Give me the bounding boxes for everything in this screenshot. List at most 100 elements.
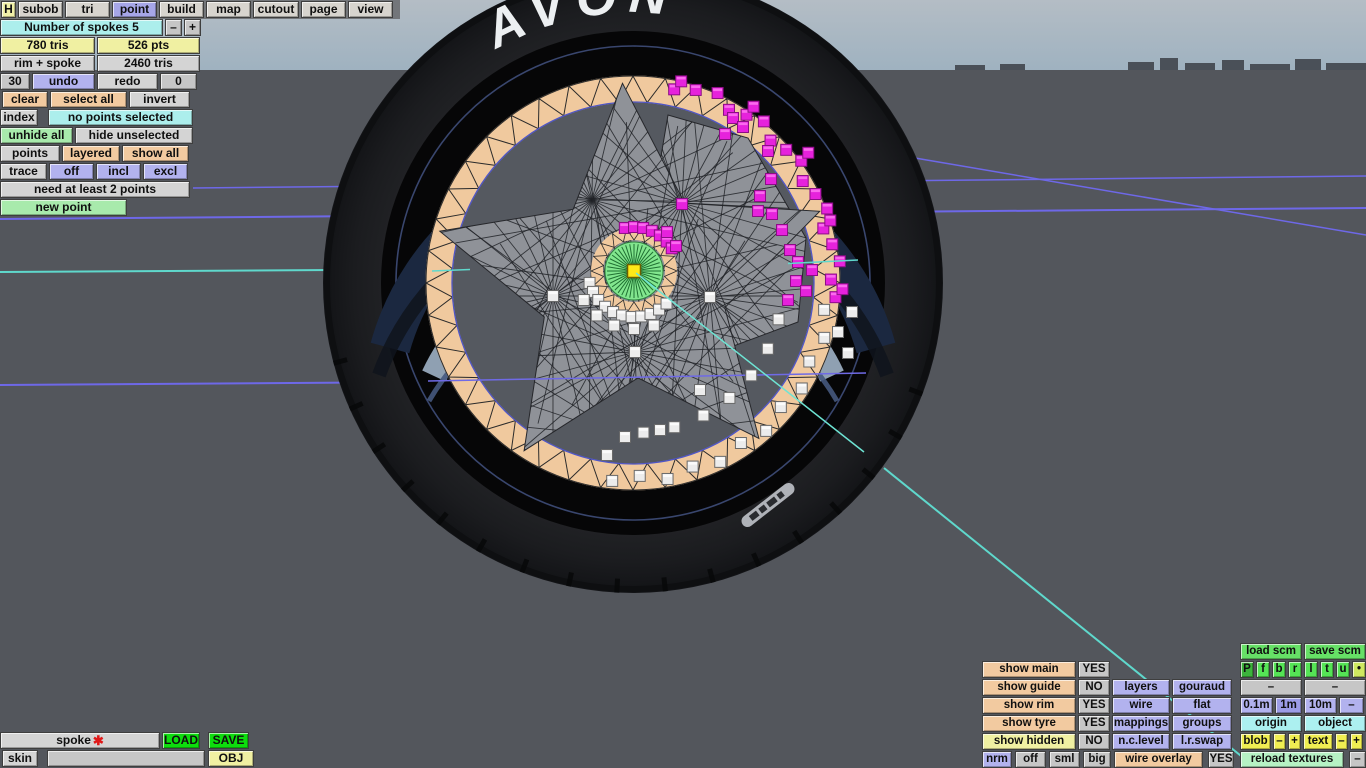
wire-overlay-value[interactable]: YES [1208,751,1234,768]
layered-button[interactable]: layered [62,145,120,162]
load-button[interactable]: LOAD [162,732,200,749]
nrm-sml-button[interactable]: sml [1049,751,1080,768]
pts-count: 526 pts [97,37,200,54]
trace-incl-button[interactable]: incl [96,163,141,180]
channel-dot-button[interactable]: • [1352,661,1366,678]
gouraud-button[interactable]: gouraud [1172,679,1232,696]
menu-item-h[interactable]: H [1,1,16,18]
new-point-button[interactable]: new point [0,199,127,216]
scm-dash2-button[interactable]: – [1304,679,1366,696]
channel-u-button[interactable]: u [1336,661,1350,678]
trace-button[interactable]: trace [0,163,47,180]
show-main-value[interactable]: YES [1078,661,1110,678]
channel-l-button[interactable]: l [1304,661,1318,678]
text-minus-button[interactable]: – [1335,733,1348,750]
hint-row: need at least 2 points [0,181,190,198]
wire-button[interactable]: wire [1112,697,1170,714]
new-point-row: new point [0,199,127,216]
scm-dash1-button[interactable]: – [1240,679,1302,696]
spokes-count-display: Number of spokes 5 [0,19,163,36]
scale-01m-button[interactable]: 0.1m [1240,697,1273,714]
channel-t-button[interactable]: t [1320,661,1334,678]
undo-steps-count: 30 [0,73,30,90]
hint-message: need at least 2 points [0,181,190,198]
flat-button[interactable]: flat [1172,697,1232,714]
show-guide-toggle[interactable]: show guide [982,679,1076,696]
show-hidden-toggle[interactable]: show hidden [982,733,1076,750]
index-button[interactable]: index [0,109,38,126]
rim-spoke-row: rim + spoke 2460 tris [0,55,200,72]
menu-item-build[interactable]: build [159,1,204,18]
clear-button[interactable]: clear [2,91,48,108]
show-tyre-toggle[interactable]: show tyre [982,715,1076,732]
viewport-3d[interactable]: AVON [0,0,1366,768]
reload-textures-button[interactable]: reload textures [1240,751,1344,768]
show-guide-value[interactable]: NO [1078,679,1110,696]
undo-button[interactable]: undo [32,73,95,90]
save-scm-button[interactable]: save scm [1304,643,1366,660]
show-all-button[interactable]: show all [122,145,189,162]
object-name-field[interactable]: spoke ✱ [0,732,160,749]
show-hidden-value[interactable]: NO [1078,733,1110,750]
scale-1m-button[interactable]: 1m [1275,697,1302,714]
redo-steps-count: 0 [160,73,197,90]
menu-item-page[interactable]: page [301,1,346,18]
trace-off-button[interactable]: off [49,163,94,180]
nrm-button[interactable]: nrm [982,751,1012,768]
blob-button[interactable]: blob [1240,733,1271,750]
nrm-off-button[interactable]: off [1015,751,1046,768]
wire-overlay-toggle[interactable]: wire overlay [1114,751,1203,768]
menu-item-subob[interactable]: subob [18,1,63,18]
selection-status: no points selected [48,109,193,126]
unhide-all-button[interactable]: unhide all [0,127,73,144]
channel-p-button[interactable]: P [1240,661,1254,678]
nc-level-button[interactable]: n.c.level [1112,733,1170,750]
text-plus-button[interactable]: + [1350,733,1363,750]
undo-redo-row: 30 undo redo 0 [0,73,197,90]
show-tyre-value[interactable]: YES [1078,715,1110,732]
object-name: spoke [56,733,91,747]
trace-excl-button[interactable]: excl [143,163,188,180]
layers-button[interactable]: layers [1112,679,1170,696]
wheel-editor-app: AVON H subob tri point build map cutout … [0,0,1366,768]
scale-10m-button[interactable]: 10m [1304,697,1337,714]
hide-unselected-button[interactable]: hide unselected [75,127,193,144]
rim-spoke-button[interactable]: rim + spoke [0,55,95,72]
invert-button[interactable]: invert [129,91,190,108]
channel-r-button[interactable]: r [1288,661,1302,678]
channel-b-button[interactable]: b [1272,661,1286,678]
nrm-big-button[interactable]: big [1083,751,1111,768]
redo-button[interactable]: redo [97,73,158,90]
reload-dash-button[interactable]: – [1349,751,1366,768]
save-button[interactable]: SAVE [208,732,249,749]
skin-row: skin OBJ [2,750,254,767]
text-button[interactable]: text [1303,733,1333,750]
blob-plus-button[interactable]: + [1288,733,1301,750]
menu-item-view[interactable]: view [348,1,393,18]
show-main-toggle[interactable]: show main [982,661,1076,678]
load-scm-button[interactable]: load scm [1240,643,1302,660]
skin-button[interactable]: skin [2,750,38,767]
points-display-row: points layered show all [0,145,189,162]
groups-button[interactable]: groups [1172,715,1232,732]
select-all-button[interactable]: select all [50,91,127,108]
rim-spoke-tris-count: 2460 tris [97,55,200,72]
blob-minus-button[interactable]: – [1273,733,1286,750]
points-button[interactable]: points [0,145,60,162]
skin-name-field[interactable] [47,750,205,767]
menu-item-tri[interactable]: tri [65,1,110,18]
menu-item-cutout[interactable]: cutout [253,1,299,18]
spokes-plus-button[interactable]: + [184,19,201,36]
menu-item-point[interactable]: point [112,1,157,18]
scale-dash-button[interactable]: – [1339,697,1364,714]
channel-f-button[interactable]: f [1256,661,1270,678]
menu-item-map[interactable]: map [206,1,251,18]
obj-export-button[interactable]: OBJ [208,750,254,767]
object-button[interactable]: object [1304,715,1366,732]
lr-swap-button[interactable]: l.r.swap [1172,733,1232,750]
spokes-minus-button[interactable]: – [165,19,182,36]
mappings-button[interactable]: mappings [1112,715,1170,732]
origin-button[interactable]: origin [1240,715,1302,732]
show-rim-toggle[interactable]: show rim [982,697,1076,714]
show-rim-value[interactable]: YES [1078,697,1110,714]
